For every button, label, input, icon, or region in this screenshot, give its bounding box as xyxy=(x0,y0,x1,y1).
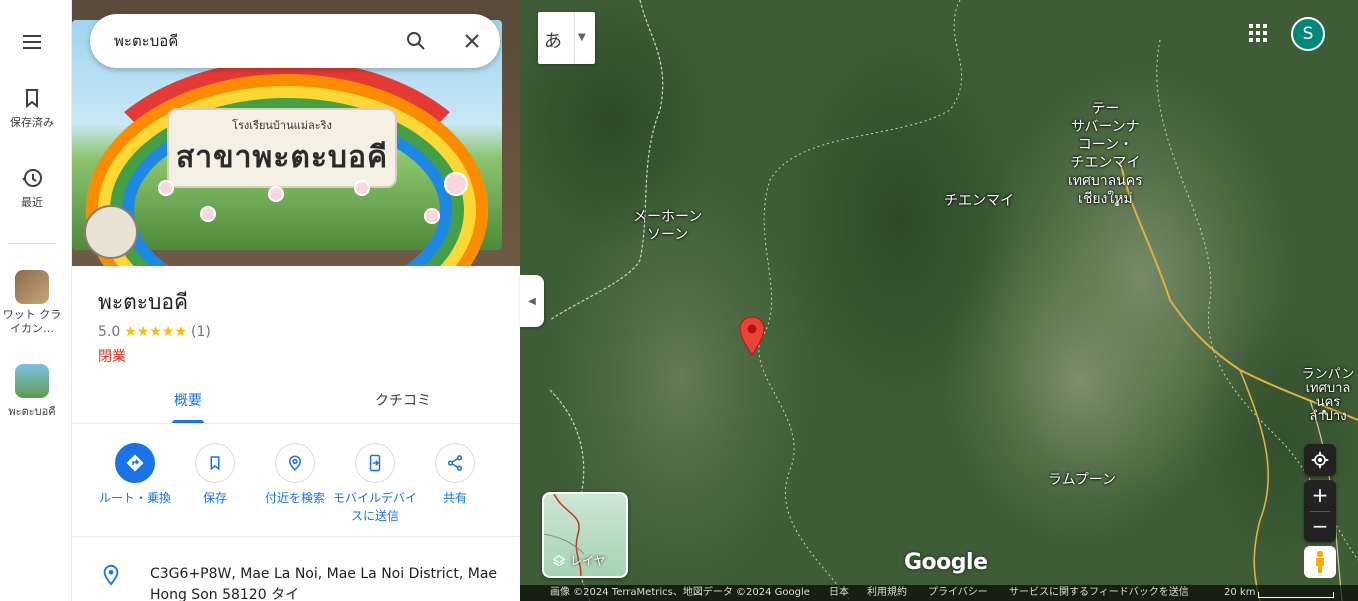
terms-link[interactable]: 利用規約 xyxy=(867,585,907,601)
saved-label: 保存済み xyxy=(10,116,54,129)
search-box xyxy=(90,14,500,68)
recent-item-thumbnail xyxy=(15,270,49,304)
bookmark-icon xyxy=(210,456,220,471)
share-icon xyxy=(447,455,463,471)
feedback-link[interactable]: サービスに関するフィードバックを送信 xyxy=(1009,585,1189,601)
privacy-link[interactable]: プライバシー xyxy=(928,585,988,601)
attribution-bar: 画像 ©2024 TerraMetrics、地図データ ©2024 Google… xyxy=(520,585,1358,601)
send-to-phone-icon xyxy=(369,454,381,472)
zoom-in-button[interactable]: + xyxy=(1304,480,1336,511)
tab-reviews[interactable]: クチコミ xyxy=(343,390,463,410)
business-status: 閉業 xyxy=(98,349,126,365)
bookmark-icon xyxy=(26,89,38,109)
rating-row[interactable]: 5.0 ★★★★★ (1) xyxy=(98,324,211,340)
layers-label: レイヤ xyxy=(570,554,606,568)
recent-label: 最近 xyxy=(21,196,43,209)
crosshair-icon xyxy=(1311,451,1329,469)
directions-label: ルート・乗換 xyxy=(98,491,171,505)
menu-button[interactable] xyxy=(0,30,64,58)
directions-icon xyxy=(126,454,144,472)
layers-icon xyxy=(552,554,566,566)
location-pin-icon xyxy=(103,564,119,586)
place-panel: โรงเรียนบ้านแม่ละริง สาขาพะตะบอคี พะตะบอ… xyxy=(72,0,520,601)
flower-decoration xyxy=(268,186,284,202)
language-input-button[interactable]: あ ▼ xyxy=(538,12,595,64)
place-tabs: 概要 クチコミ xyxy=(72,376,520,424)
directions-button[interactable]: ルート・乗換 xyxy=(90,443,180,507)
map-label-lampang[interactable]: ランパン เทศบาล นครลำปาง xyxy=(1298,368,1358,424)
school-logo xyxy=(84,205,138,259)
send-to-phone-label: モバイルデバイスに送信 xyxy=(332,491,417,523)
nearby-button[interactable]: 付近を検索 xyxy=(250,443,340,507)
map-canvas[interactable]: メーホーン ソーン チエンマイ テー サバーンナ コーン・ チエンマイ เทศบ… xyxy=(520,0,1358,601)
lang-char: あ xyxy=(544,31,562,52)
flower-decoration xyxy=(158,180,174,196)
send-to-phone-button[interactable]: モバイルデバイスに送信 xyxy=(330,443,420,525)
my-location-button[interactable] xyxy=(1304,444,1336,476)
google-logo: Google xyxy=(904,550,988,575)
flower-decoration xyxy=(424,208,440,224)
review-count[interactable]: (1) xyxy=(191,324,211,340)
account-avatar[interactable]: S xyxy=(1291,17,1325,51)
recent-item-thumbnail xyxy=(15,364,49,398)
save-button[interactable]: 保存 xyxy=(170,443,260,507)
share-button[interactable]: 共有 xyxy=(410,443,500,507)
layers-button[interactable]: レイヤ xyxy=(542,492,628,578)
chevron-left-icon: ◀ xyxy=(528,295,536,307)
zoom-control: + − xyxy=(1304,480,1336,542)
menu-icon xyxy=(23,35,41,49)
section-divider xyxy=(72,536,520,537)
recent-item-label: ワット クライカン… xyxy=(2,308,62,335)
flower-decoration xyxy=(444,172,468,196)
tab-overview[interactable]: 概要 xyxy=(128,390,248,410)
search-input[interactable] xyxy=(114,30,374,52)
place-title: พะตะบอคี xyxy=(98,290,189,314)
action-buttons: ルート・乗換 保存 付近を検索 モバイルデバイスに送信 共有 xyxy=(72,440,520,532)
nearby-icon xyxy=(288,455,302,471)
flower-decoration xyxy=(354,180,370,196)
place-marker-icon[interactable] xyxy=(738,316,766,356)
recent-button[interactable]: 最近 xyxy=(0,166,64,210)
street-view-button[interactable] xyxy=(1304,546,1336,578)
collapse-panel-button[interactable]: ◀ xyxy=(520,275,544,327)
map-label-chiang-mai-city[interactable]: テー サバーンナ コーン・ チエンマイ เทศบาลนคร เชียงใหม่ xyxy=(1068,100,1143,208)
map-label-mae-hong-son[interactable]: メーホーン ソーン xyxy=(633,208,702,244)
sign-small-text: โรงเรียนบ้านแม่ละริง xyxy=(232,118,332,132)
rating-stars: ★★★★★ xyxy=(124,324,188,340)
rail-divider xyxy=(8,243,56,244)
side-rail: 保存済み 最近 ワット クライカン… พะตะบอคี xyxy=(0,0,72,601)
flower-decoration xyxy=(200,206,216,222)
school-sign: โรงเรียนบ้านแม่ละริง สาขาพะตะบอคี xyxy=(167,108,397,188)
active-tab-indicator xyxy=(172,420,204,423)
saved-button[interactable]: 保存済み xyxy=(0,86,64,130)
recent-item[interactable]: พะตะบอคี xyxy=(0,364,64,420)
share-label: 共有 xyxy=(442,491,467,505)
recent-item[interactable]: ワット クライカン… xyxy=(0,270,64,336)
imagery-attribution: 画像 ©2024 TerraMetrics、地図データ ©2024 Google xyxy=(550,587,810,598)
map-label-chiang-mai-province[interactable]: チエンマイ xyxy=(944,192,1014,210)
map-label-lamphun[interactable]: ラムプーン xyxy=(1048,471,1116,489)
apps-grid-icon[interactable] xyxy=(1248,23,1268,43)
scale-label[interactable]: 20 km xyxy=(1224,585,1255,601)
pegman-icon xyxy=(1316,550,1324,573)
sign-big-text: สาขาพะตะบอคี xyxy=(175,139,389,175)
history-icon xyxy=(22,169,42,187)
recent-item-label: พะตะบอคี xyxy=(8,405,56,418)
scale-bar xyxy=(1258,592,1334,598)
rating-value: 5.0 xyxy=(98,324,121,340)
zoom-out-button[interactable]: − xyxy=(1304,511,1336,542)
satellite-terrain xyxy=(520,0,1358,601)
save-label: 保存 xyxy=(202,491,227,505)
country-link[interactable]: 日本 xyxy=(829,585,849,601)
search-icon[interactable] xyxy=(404,29,428,53)
chevron-down-icon: ▼ xyxy=(578,32,586,43)
address-text[interactable]: C3G6+P8W, Mae La Noi, Mae La Noi Distric… xyxy=(150,564,510,601)
nearby-label: 付近を検索 xyxy=(264,491,325,505)
close-icon[interactable] xyxy=(460,29,484,53)
